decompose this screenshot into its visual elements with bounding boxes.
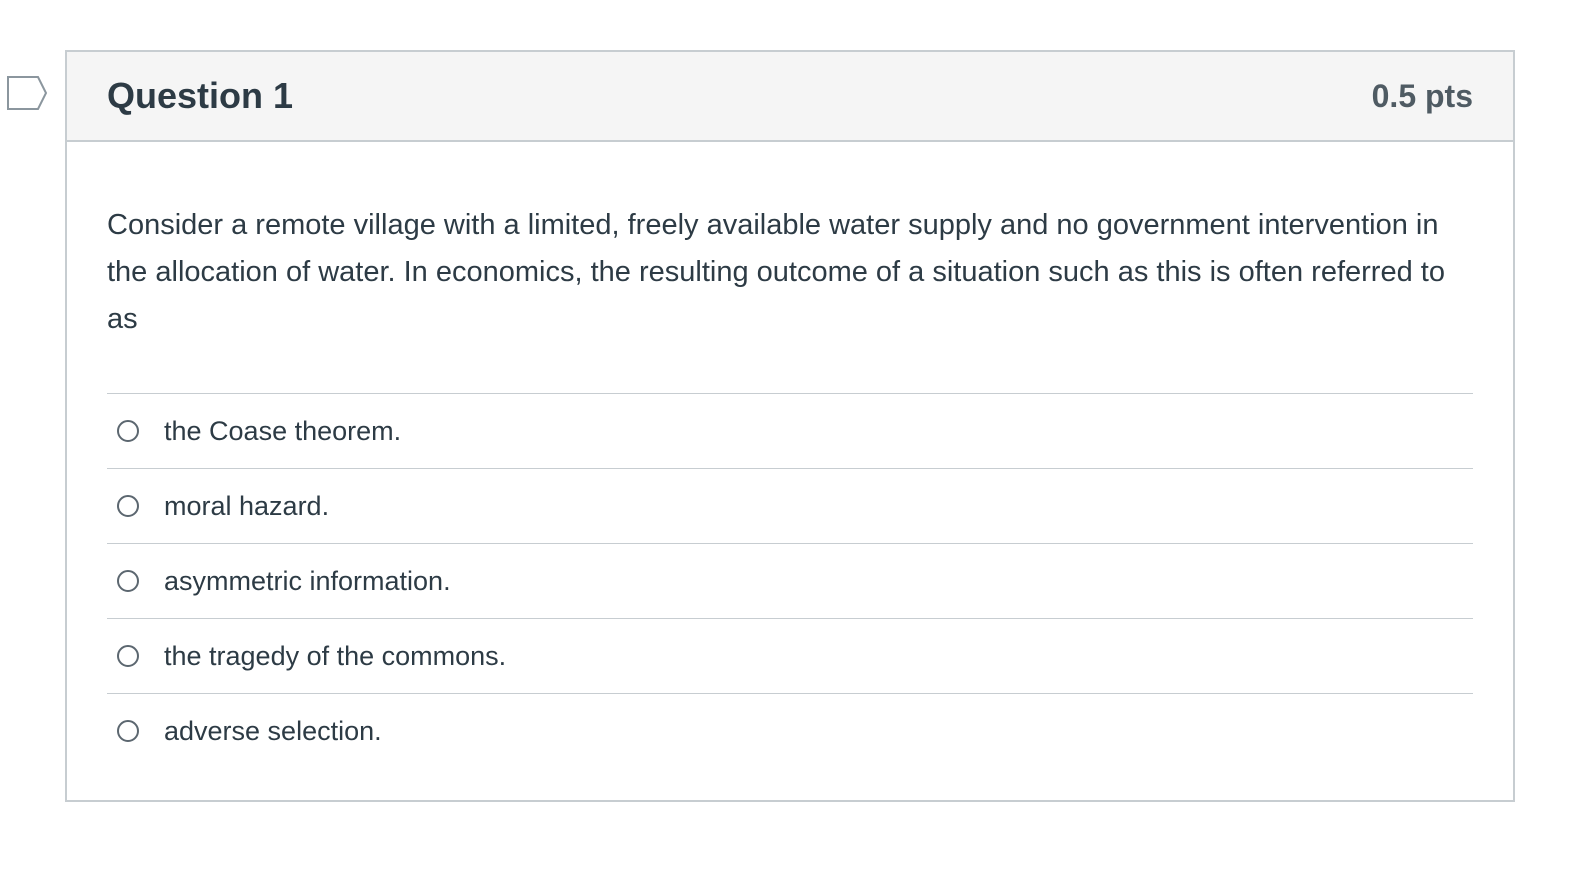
question-body: Consider a remote village with a limited… <box>67 142 1513 768</box>
answer-option-moral-hazard[interactable]: moral hazard. <box>107 469 1473 544</box>
answer-option-tragedy-of-commons[interactable]: the tragedy of the commons. <box>107 619 1473 694</box>
answer-label: adverse selection. <box>164 715 382 746</box>
answer-label: the tragedy of the commons. <box>164 640 507 671</box>
question-title: Question 1 <box>107 75 294 116</box>
answer-label: moral hazard. <box>164 490 330 521</box>
question-header: Question 1 0.5 pts <box>67 52 1513 142</box>
answer-option-adverse-selection[interactable]: adverse selection. <box>107 694 1473 768</box>
answer-option-asymmetric-information[interactable]: asymmetric information. <box>107 544 1473 619</box>
answer-list: the Coase theorem. moral hazard. asymmet… <box>107 393 1473 768</box>
radio-button-icon[interactable] <box>117 720 139 742</box>
flag-question-icon[interactable] <box>6 75 48 111</box>
answer-label: the Coase theorem. <box>164 415 402 446</box>
radio-button-icon[interactable] <box>117 645 139 667</box>
question-text: Consider a remote village with a limited… <box>107 209 1445 335</box>
radio-button-icon[interactable] <box>117 570 139 592</box>
question-card: Question 1 0.5 pts Consider a remote vil… <box>65 50 1515 802</box>
radio-button-icon[interactable] <box>117 420 139 442</box>
question-points: 0.5 pts <box>1371 77 1473 114</box>
answer-label: asymmetric information. <box>164 565 451 596</box>
answer-option-coase-theorem[interactable]: the Coase theorem. <box>107 394 1473 469</box>
radio-button-icon[interactable] <box>117 495 139 517</box>
